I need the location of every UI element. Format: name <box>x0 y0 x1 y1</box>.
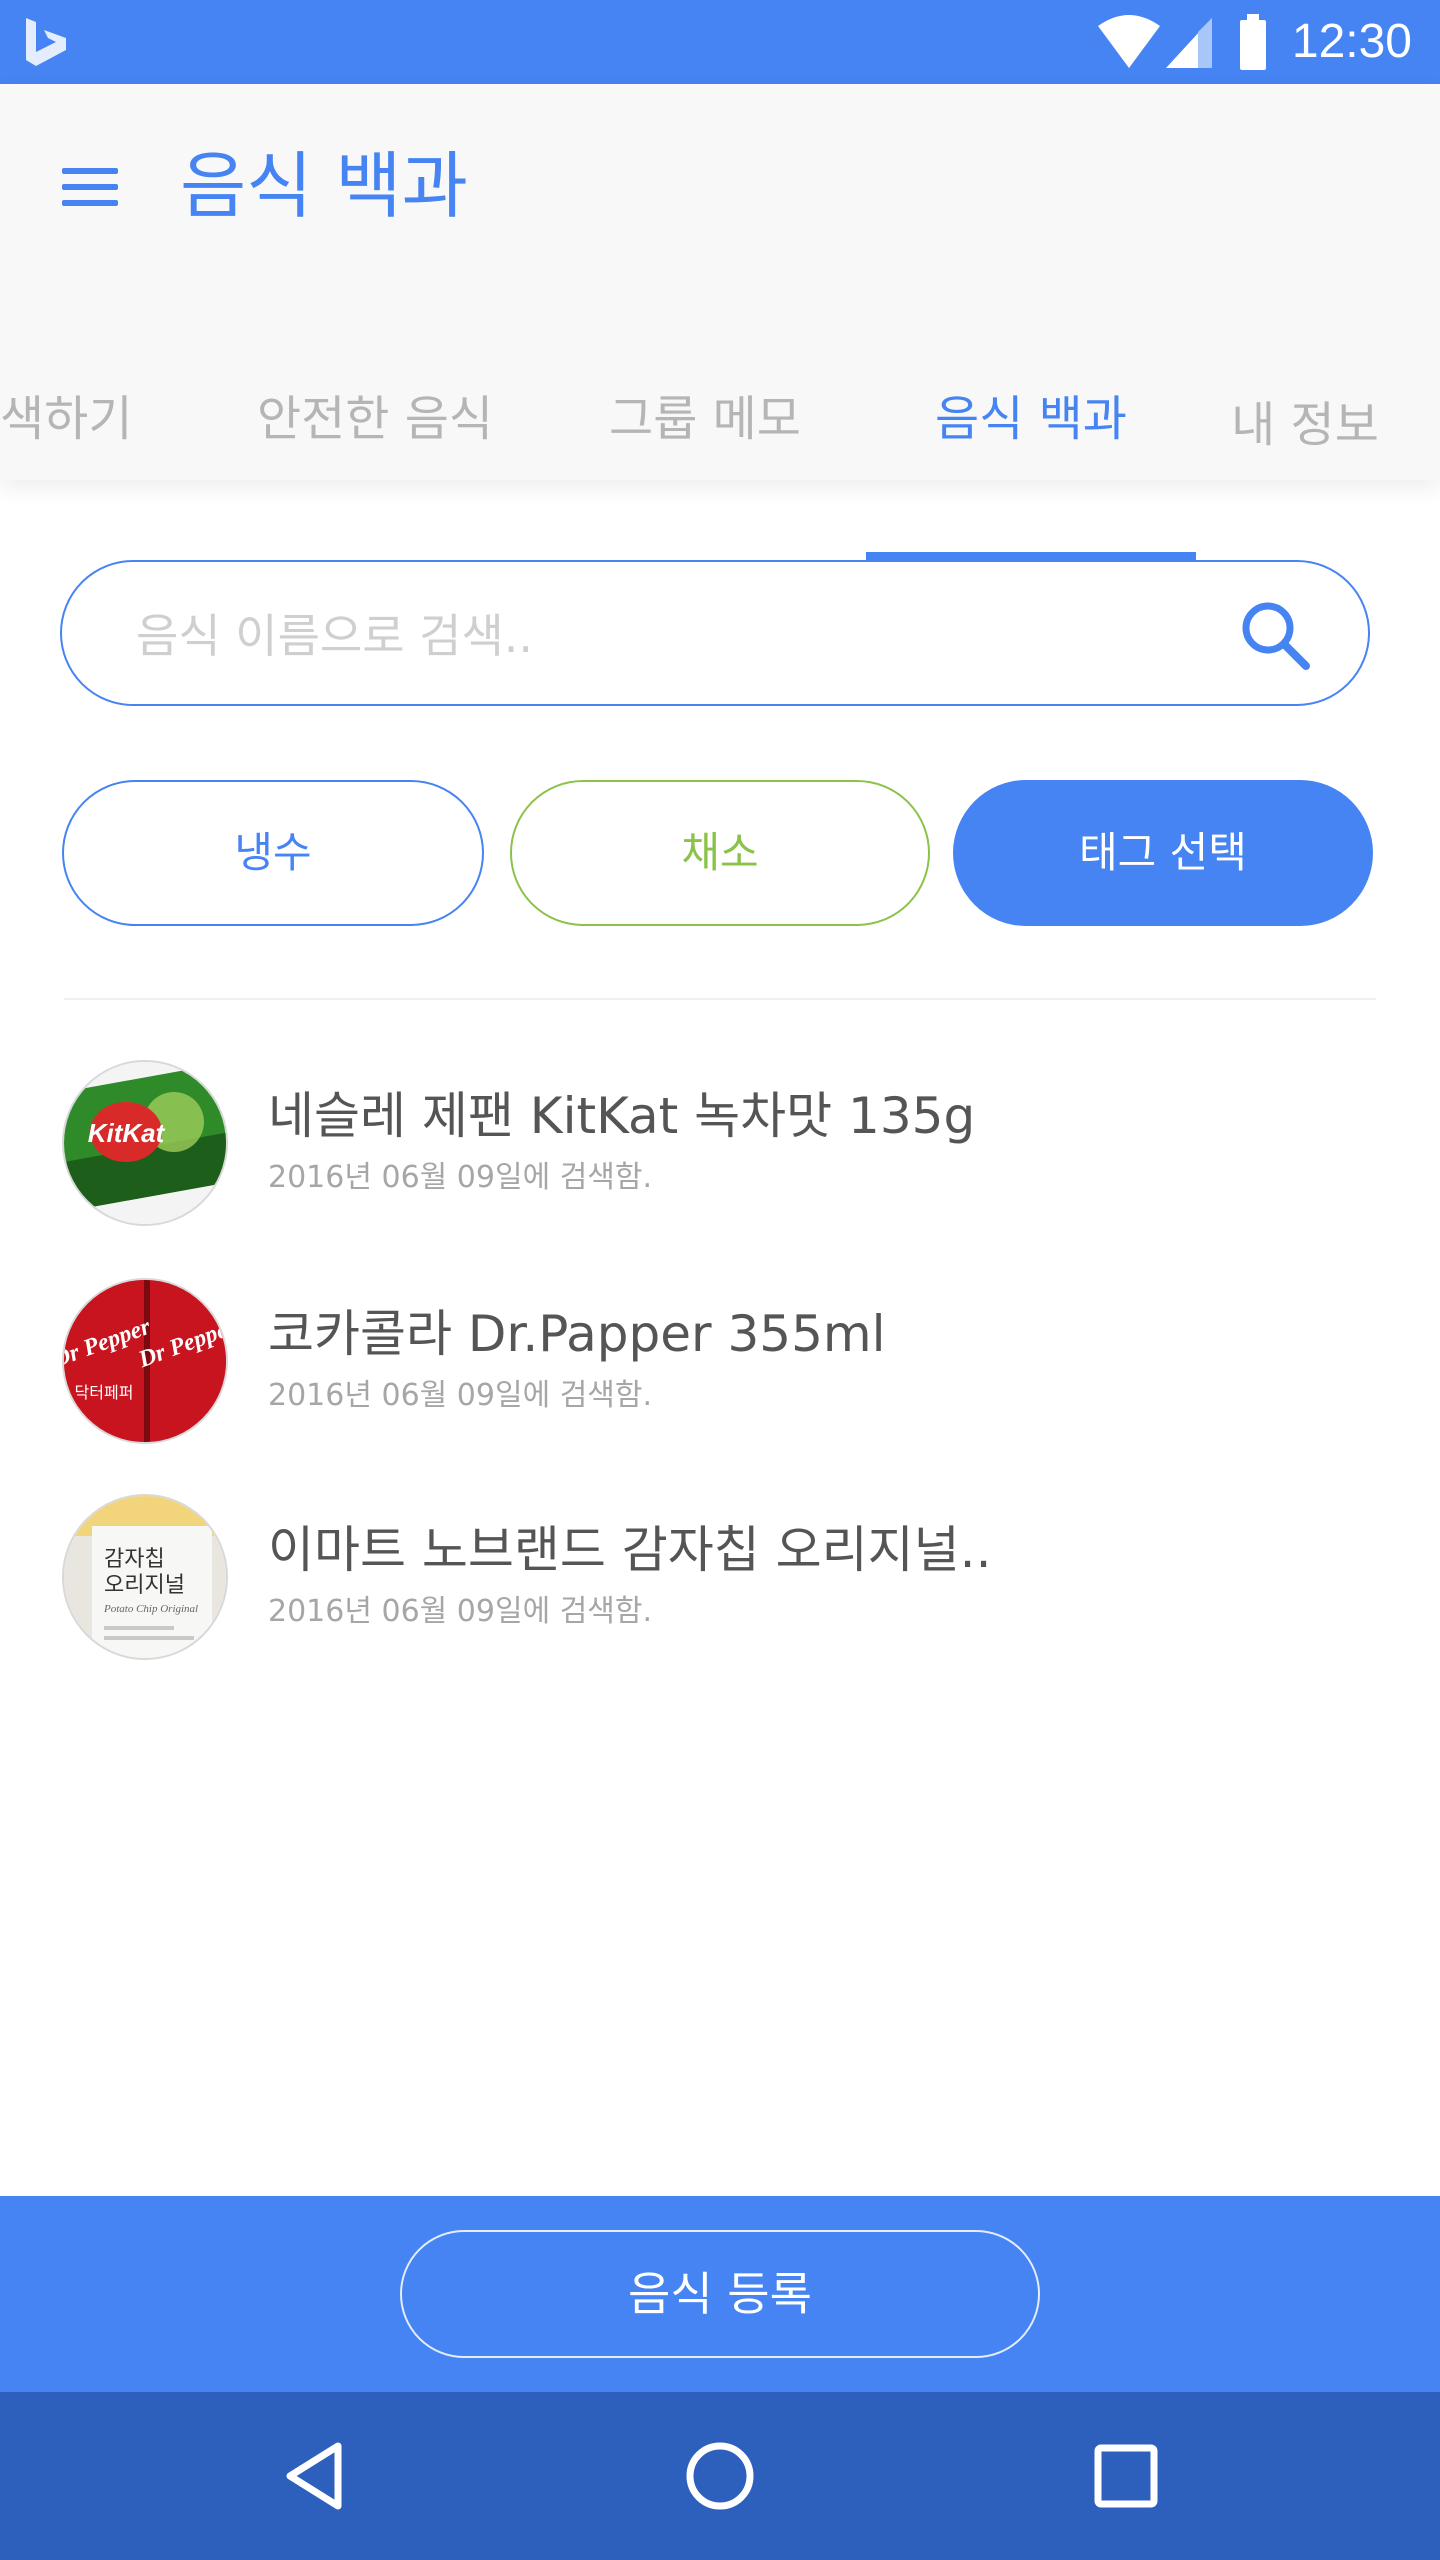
back-icon[interactable] <box>268 2426 368 2526</box>
food-thumbnail: Dr Pepper Dr Pepper 닥터페퍼 <box>62 1278 228 1444</box>
search-input[interactable] <box>134 592 1138 680</box>
active-tab-indicator <box>866 552 1196 560</box>
food-title: 이마트 노브랜드 감자칩 오리지널.. <box>268 1521 992 1579</box>
tab-my-info[interactable]: 내 정보 <box>1220 360 1390 486</box>
tab-food-encyclopedia[interactable]: 음식 백과 <box>916 354 1146 480</box>
divider <box>64 998 1376 1000</box>
food-list-item[interactable]: KitKat 네슬레 제팬 KitKat 녹차맛 135g 2016년 06월 … <box>0 1060 1440 1240</box>
food-thumbnail: 감자칩 오리지널 Potato Chip Original <box>62 1494 228 1660</box>
status-bar: 12:30 <box>0 0 1440 84</box>
food-thumbnail: KitKat <box>62 1060 228 1226</box>
food-list-item[interactable]: Dr Pepper Dr Pepper 닥터페퍼 코카콜라 Dr.Papper … <box>0 1278 1440 1458</box>
tag-water-button[interactable]: 냉수 <box>62 780 484 926</box>
home-icon[interactable] <box>670 2426 770 2526</box>
app-bar: 음식 백과 색하기 안전한 음식 그룹 메모 음식 백과 내 정보 <box>0 84 1440 560</box>
bottom-action-bar: 음식 등록 <box>0 2196 1440 2392</box>
chip-bag-subtext: Potato Chip Original <box>103 1603 198 1615</box>
tab-group-memo[interactable]: 그룹 메모 <box>600 354 810 480</box>
tab-safe-food[interactable]: 안전한 음식 <box>250 354 500 480</box>
food-date: 2016년 06월 09일에 검색함. <box>268 1378 653 1413</box>
food-date: 2016년 06월 09일에 검색함. <box>268 1594 653 1629</box>
dr-pepper-korean-text: 닥터페퍼 <box>75 1383 134 1402</box>
select-tag-button[interactable]: 태그 선택 <box>953 780 1373 926</box>
page-title: 음식 백과 <box>180 144 468 228</box>
search-bar <box>60 560 1370 706</box>
bing-logo-icon <box>26 18 66 66</box>
screen: 12:30 음식 백과 색하기 안전한 음식 그룹 메모 음식 백과 내 정보 … <box>0 0 1440 2560</box>
search-icon[interactable] <box>1234 594 1318 678</box>
wifi-icon <box>1098 15 1160 68</box>
recents-icon[interactable] <box>1076 2426 1176 2526</box>
status-time: 12:30 <box>1291 15 1412 68</box>
food-title: 코카콜라 Dr.Papper 355ml <box>268 1305 886 1363</box>
kitkat-logo-text: KitKat <box>88 1118 166 1148</box>
tab-bar: 색하기 안전한 음식 그룹 메모 음식 백과 내 정보 <box>0 354 1440 560</box>
food-date: 2016년 06월 09일에 검색함. <box>268 1160 653 1195</box>
chip-bag-text: 감자칩 <box>104 1547 165 1572</box>
hamburger-menu-icon[interactable] <box>58 154 126 222</box>
cell-signal-icon <box>1166 18 1212 68</box>
system-nav-bar <box>0 2392 1440 2560</box>
tag-vegetable-button[interactable]: 채소 <box>510 780 930 926</box>
chip-bag-text: 오리지널 <box>104 1573 185 1598</box>
food-title: 네슬레 제팬 KitKat 녹차맛 135g <box>268 1087 976 1145</box>
battery-icon <box>1240 14 1266 70</box>
food-list-item[interactable]: 감자칩 오리지널 Potato Chip Original 이마트 노브랜드 감… <box>0 1494 1440 1674</box>
register-food-button[interactable]: 음식 등록 <box>400 2230 1040 2358</box>
tab-search[interactable]: 색하기 <box>0 354 160 480</box>
